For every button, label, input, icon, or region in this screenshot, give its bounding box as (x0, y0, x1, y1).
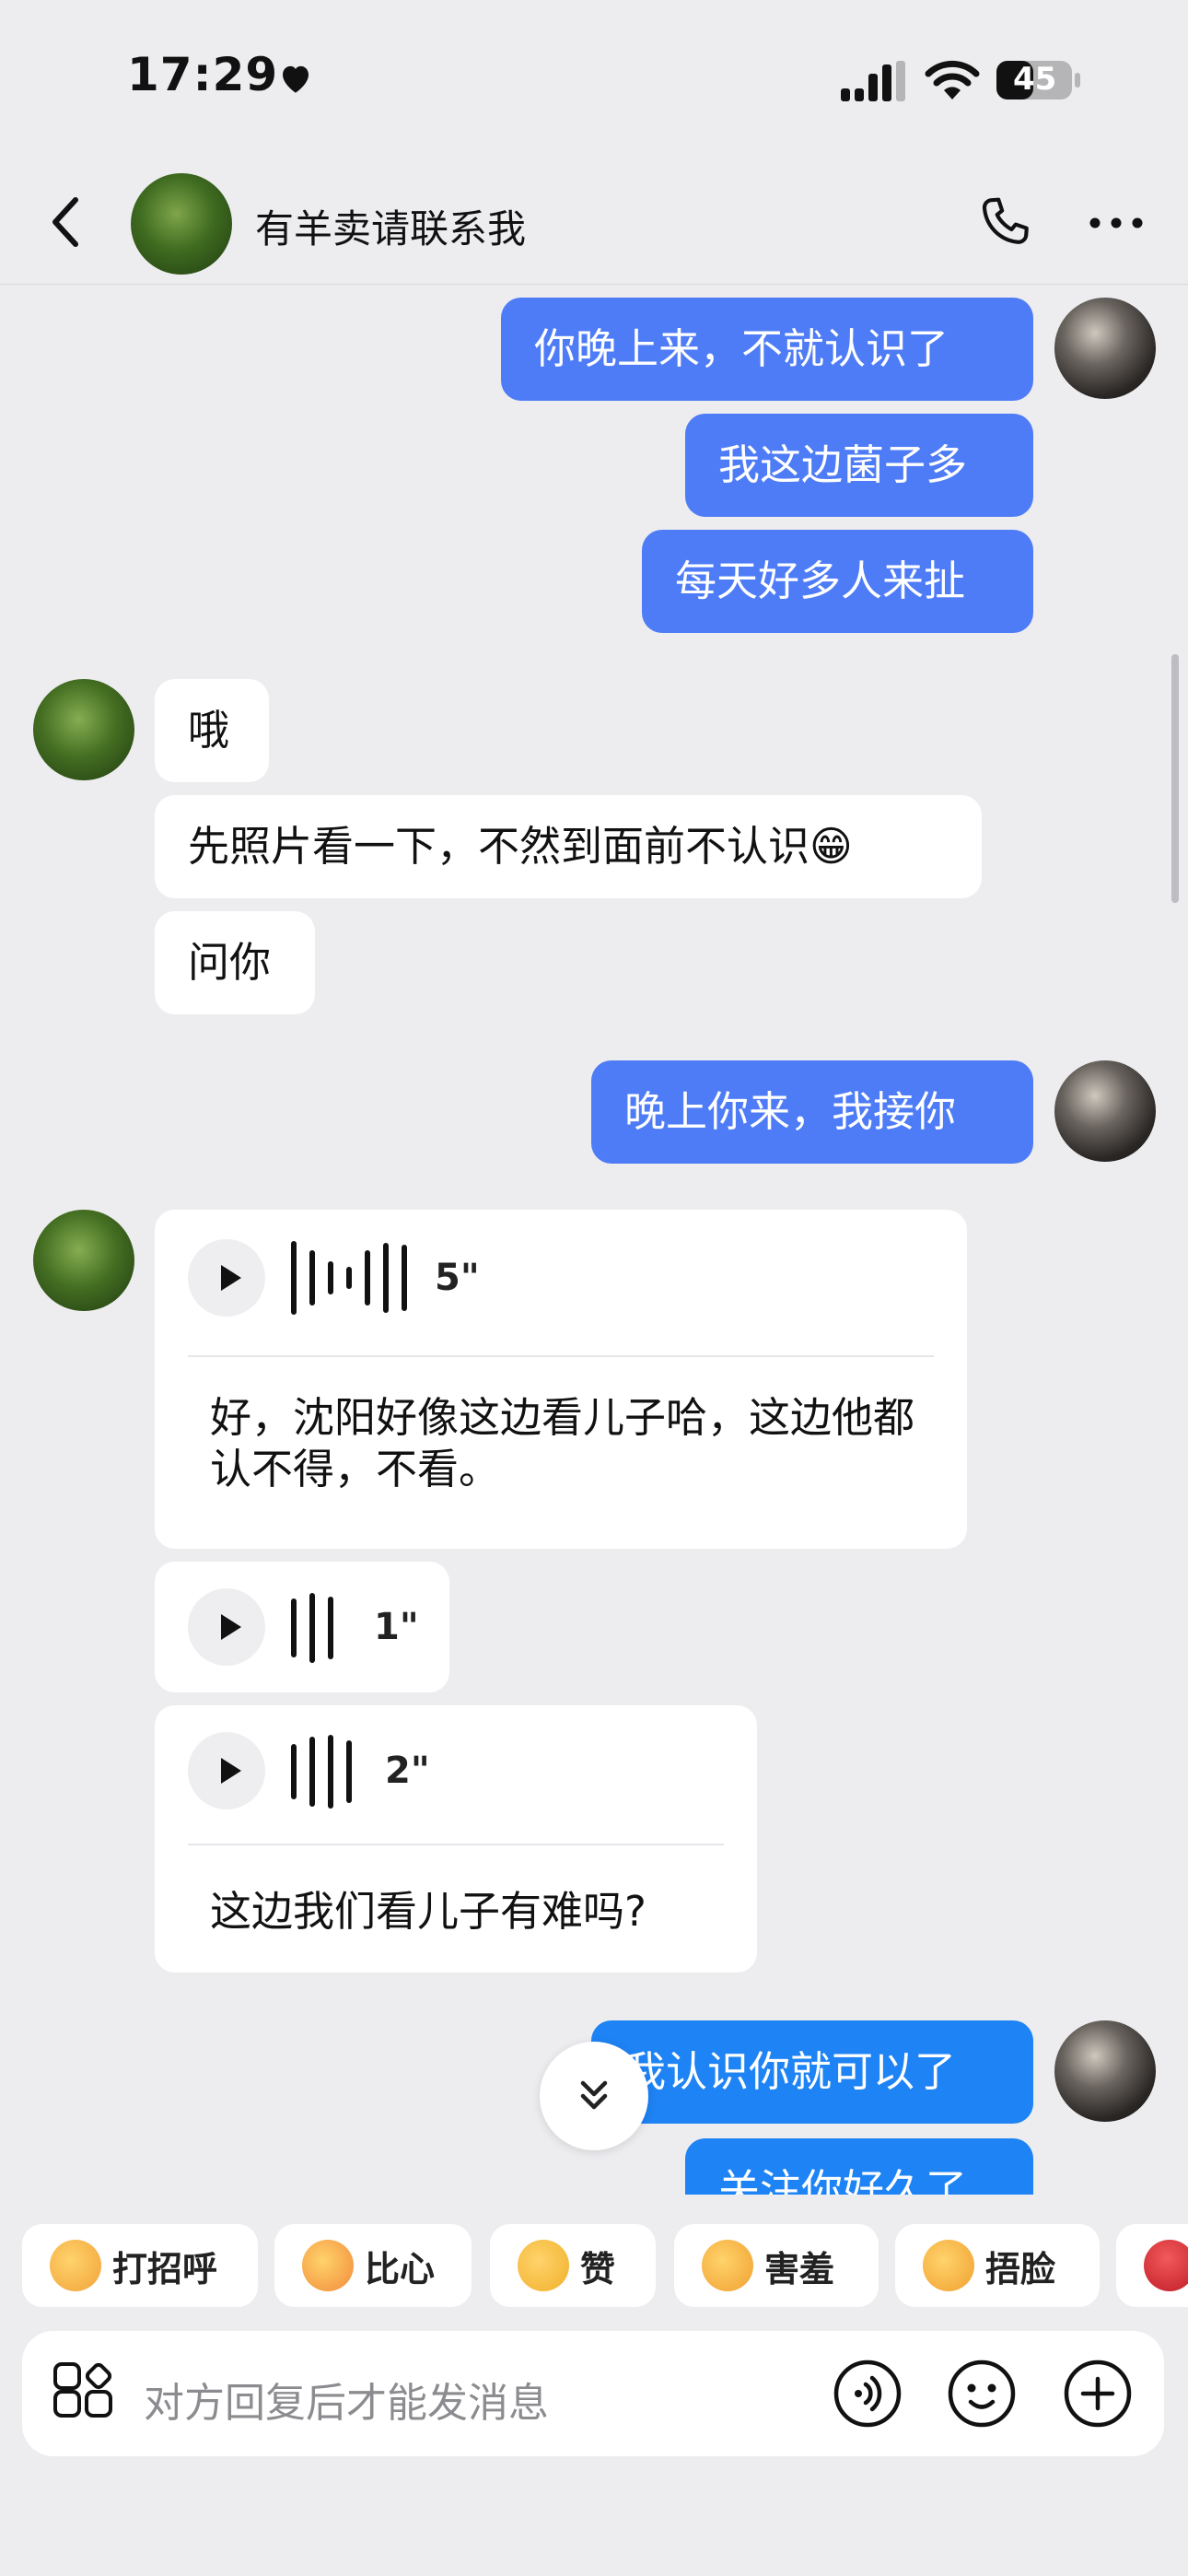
chip-label: 打招呼 (112, 2248, 218, 2289)
contact-avatar[interactable] (33, 679, 134, 780)
status-bar: 17:29 45 (0, 0, 1188, 161)
message-bubble-incoming[interactable]: 先照片看一下，不然到面前不认识😁 (155, 795, 982, 898)
message-bubble-incoming[interactable]: 问你 (155, 911, 315, 1014)
self-avatar[interactable] (1054, 2020, 1156, 2122)
voice-message-bubble[interactable]: 5" 好，沈阳好像这边看儿子哈，这边他都认不得，不看。 (155, 1210, 967, 1549)
chip-label: 害羞 (764, 2248, 835, 2289)
voice-duration: 1" (374, 1606, 419, 1648)
more-icon[interactable] (1089, 217, 1144, 229)
chat-header: 有羊卖请联系我 (0, 161, 1188, 285)
play-button[interactable] (188, 1239, 265, 1317)
message-text: 晚上你来，我接你 (624, 1087, 957, 1136)
self-avatar[interactable] (1054, 298, 1156, 399)
message-input[interactable]: 对方回复后才能发消息 (144, 2370, 549, 2429)
quick-reply-like[interactable]: 赞 (490, 2224, 656, 2307)
message-text: 我认识你就可以了 (624, 2047, 957, 2096)
chip-label: 比心 (365, 2248, 436, 2289)
message-text: 关注你好久了 (718, 2165, 968, 2195)
heart-hands-emoji-icon (302, 2240, 354, 2291)
play-button[interactable] (188, 1588, 265, 1666)
message-bubble-outgoing[interactable]: 我认识你就可以了 (591, 2020, 1033, 2124)
quick-reply-facepalm[interactable]: 捂脸 (895, 2224, 1100, 2307)
chip-label: 捂脸 (985, 2248, 1056, 2289)
scroll-to-bottom-button[interactable] (540, 2042, 648, 2150)
quick-reply-heart[interactable]: 比心 (274, 2224, 472, 2307)
emoji-icon[interactable] (947, 2359, 1017, 2429)
quick-reply-shy[interactable]: 害羞 (674, 2224, 879, 2307)
rose-emoji-icon (1144, 2240, 1188, 2291)
message-bubble-incoming[interactable]: 哦 (155, 679, 269, 782)
voice-duration: 2" (385, 1750, 430, 1792)
plus-icon[interactable] (1063, 2359, 1133, 2429)
heart-icon (283, 65, 309, 93)
play-icon (221, 1758, 241, 1784)
cellular-signal-icon (841, 61, 905, 101)
quick-reply-greet[interactable]: 打招呼 (22, 2224, 258, 2307)
message-text: 我这边菌子多 (718, 440, 968, 489)
wifi-icon (925, 60, 980, 100)
message-text: 先照片看一下，不然到面前不认识😁 (188, 822, 853, 871)
play-icon (221, 1265, 241, 1291)
play-icon (221, 1614, 241, 1640)
shy-emoji-icon (702, 2240, 753, 2291)
message-bubble-outgoing[interactable]: 你晚上来，不就认识了 (501, 298, 1033, 401)
quick-reply-bar[interactable]: 打招呼 比心 赞 害羞 捂脸 (0, 2211, 1188, 2313)
message-text: 每天好多人来扯 (675, 556, 966, 605)
voice-duration: 5" (435, 1257, 480, 1299)
message-input-bar: 对方回复后才能发消息 (22, 2331, 1164, 2456)
double-chevron-down-icon (580, 2080, 608, 2110)
contact-avatar[interactable] (33, 1210, 134, 1311)
back-icon[interactable] (44, 194, 90, 250)
facepalm-emoji-icon (923, 2240, 974, 2291)
message-bubble-outgoing[interactable]: 关注你好久了 (685, 2138, 1033, 2195)
voice-waveform-icon (291, 1735, 352, 1809)
contact-name[interactable]: 有羊卖请联系我 (255, 198, 526, 254)
greeting-emoji-icon (50, 2240, 101, 2291)
divider (188, 1844, 724, 1845)
message-bubble-outgoing[interactable]: 我这边菌子多 (685, 414, 1033, 517)
message-text: 你晚上来，不就认识了 (534, 324, 949, 373)
battery-level: 45 (1013, 61, 1057, 98)
chip-label: 赞 (580, 2248, 616, 2289)
message-bubble-outgoing[interactable]: 晚上你来，我接你 (591, 1060, 1033, 1164)
thumbs-up-emoji-icon (518, 2240, 569, 2291)
voice-message-bubble[interactable]: 2" 这边我们看儿子有难吗? (155, 1705, 757, 1973)
phone-icon[interactable] (976, 193, 1033, 251)
voice-input-icon[interactable] (833, 2359, 903, 2429)
contact-avatar[interactable] (131, 173, 232, 275)
play-button[interactable] (188, 1732, 265, 1809)
apps-icon[interactable] (52, 2362, 114, 2425)
divider (188, 1355, 934, 1357)
voice-waveform-icon (291, 1241, 407, 1315)
quick-reply-rose[interactable] (1116, 2224, 1188, 2307)
message-list[interactable]: 你晚上来，不就认识了 我这边菌子多 每天好多人来扯 哦 先照片看一下，不然到面前… (0, 286, 1188, 2195)
scrollbar[interactable] (1171, 654, 1179, 903)
voice-waveform-icon (291, 1593, 333, 1663)
message-text: 问你 (188, 938, 272, 987)
status-time: 17:29 (127, 48, 279, 101)
voice-message-bubble[interactable]: 1" (155, 1562, 449, 1692)
message-bubble-outgoing[interactable]: 每天好多人来扯 (642, 530, 1033, 633)
voice-transcript: 好，沈阳好像这边看儿子哈，这边他都认不得，不看。 (210, 1393, 915, 1493)
voice-transcript: 这边我们看儿子有难吗? (210, 1887, 646, 1936)
self-avatar[interactable] (1054, 1060, 1156, 1162)
message-text: 哦 (188, 706, 230, 755)
